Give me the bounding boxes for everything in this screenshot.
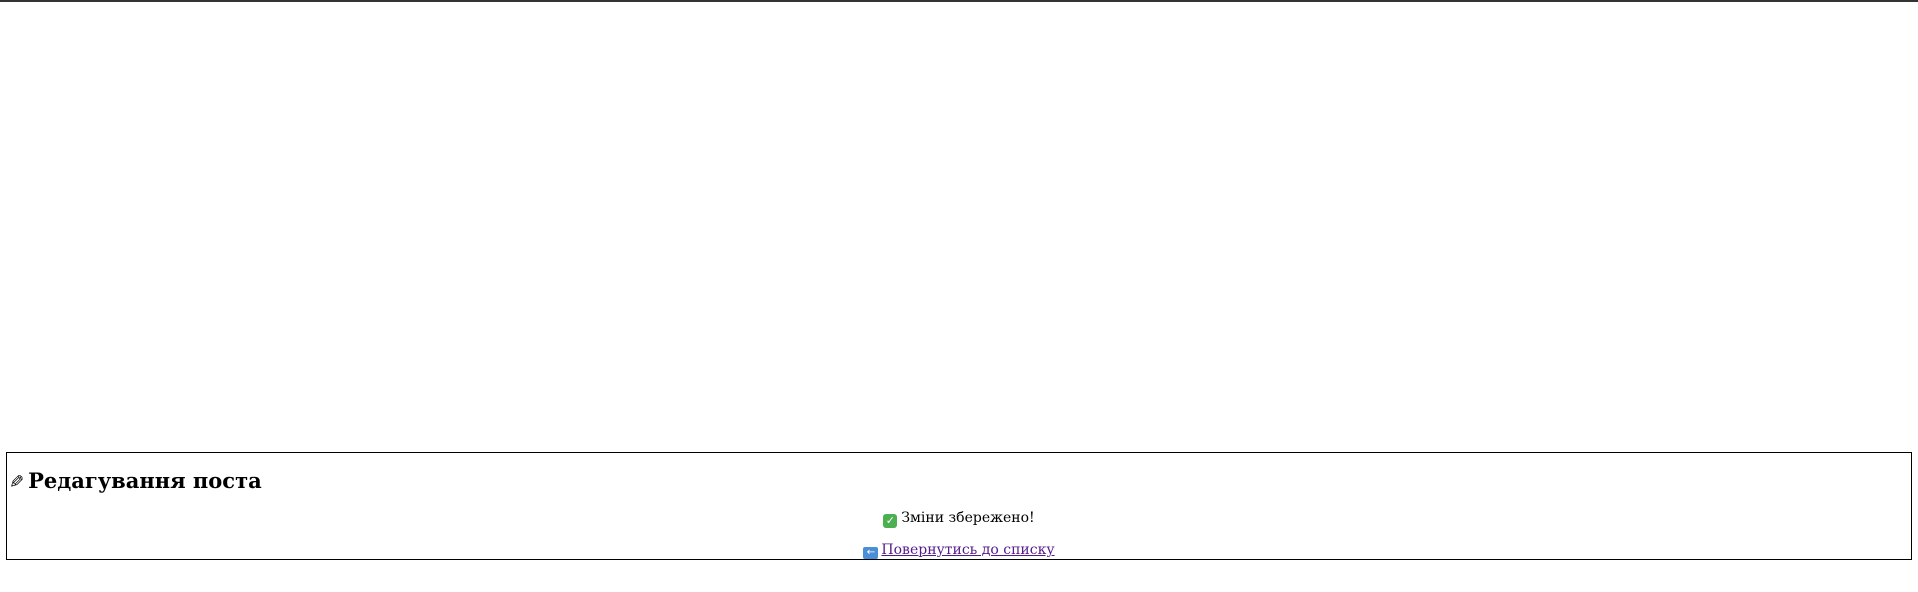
back-link-label: Повернутись до списку — [881, 542, 1055, 558]
back-arrow-icon: ← — [863, 547, 879, 559]
page-title: ✎ Редагування поста — [9, 468, 262, 494]
back-to-list-link[interactable]: ← Повернутись до списку — [863, 542, 1055, 559]
edit-post-panel: ✎ Редагування поста ✓ Зміни збережено! ← По… — [6, 452, 1912, 560]
pencil-icon: ✎ — [9, 472, 25, 493]
top-divider — [0, 0, 1918, 2]
check-mark-icon: ✓ — [883, 514, 898, 528]
status-message-text: Зміни збережено! — [901, 510, 1035, 526]
page-title-text: Редагування поста — [28, 468, 262, 493]
status-message: ✓ Зміни збережено! — [7, 510, 1911, 528]
back-link-row: ← Повернутись до списку — [7, 542, 1911, 559]
